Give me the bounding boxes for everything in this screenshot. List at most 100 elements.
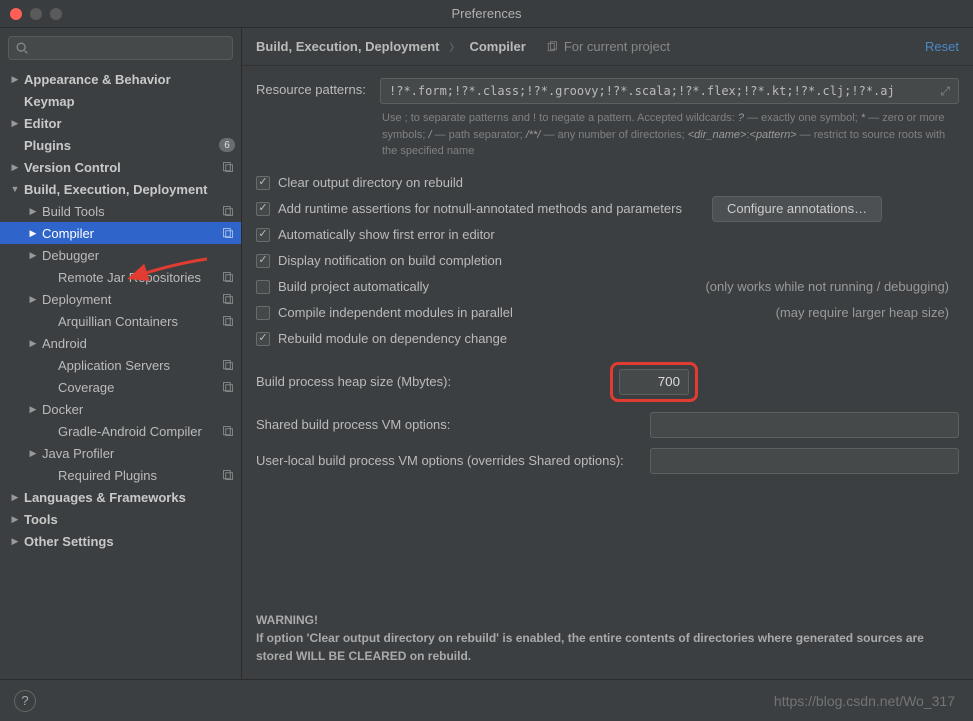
sidebar-item-label: Other Settings — [24, 534, 235, 549]
sidebar-item-label: Languages & Frameworks — [24, 490, 235, 505]
sidebar-item-label: Tools — [24, 512, 235, 527]
chevron-right-icon: ▶ — [28, 404, 38, 415]
sidebar-item-label: Build, Execution, Deployment — [24, 182, 235, 197]
sidebar-item-gradle-android-compiler[interactable]: Gradle-Android Compiler — [0, 420, 241, 442]
sidebar-item-editor[interactable]: ▶Editor — [0, 112, 241, 134]
sidebar-item-version-control[interactable]: ▶ Version Control — [0, 156, 241, 178]
sidebar-item-label: Coverage — [58, 380, 221, 395]
sidebar-item-label: Deployment — [42, 292, 221, 307]
sidebar-item-label: Compiler — [42, 226, 221, 241]
sidebar-item-docker[interactable]: ▶ Docker — [0, 398, 241, 420]
show-first-error-checkbox[interactable] — [256, 228, 270, 242]
sidebar-item-java-profiler[interactable]: ▶ Java Profiler — [0, 442, 241, 464]
sidebar-item-languages-frameworks[interactable]: ▶Languages & Frameworks — [0, 486, 241, 508]
settings-tree[interactable]: ▶Appearance & BehaviorKeymap▶EditorPlugi… — [0, 68, 241, 679]
rebuild-dep-checkbox[interactable] — [256, 332, 270, 346]
sidebar-item-plugins[interactable]: Plugins6 — [0, 134, 241, 156]
clear-output-checkbox[interactable] — [256, 176, 270, 190]
sidebar-item-label: Required Plugins — [58, 468, 221, 483]
sidebar-item-deployment[interactable]: ▶ Deployment — [0, 288, 241, 310]
sidebar-item-label: Keymap — [24, 94, 235, 109]
sidebar-item-coverage[interactable]: Coverage — [0, 376, 241, 398]
minimize-icon[interactable] — [30, 8, 42, 20]
sidebar-item-label: Version Control — [24, 160, 221, 175]
sidebar-item-application-servers[interactable]: Application Servers — [0, 354, 241, 376]
search-input[interactable] — [8, 36, 233, 60]
heap-size-input[interactable] — [619, 369, 689, 395]
build-auto-label: Build project automatically — [278, 279, 429, 294]
badge: 6 — [219, 138, 235, 152]
shared-vm-input[interactable] — [650, 412, 959, 438]
breadcrumb-leaf: Compiler — [469, 39, 525, 54]
sidebar-item-build-execution-deployment[interactable]: ▼ Build, Execution, Deployment — [0, 178, 241, 200]
chevron-right-icon: ▶ — [28, 294, 38, 305]
close-icon[interactable] — [10, 8, 22, 20]
chevron-right-icon: ▶ — [10, 536, 20, 547]
project-scope-icon — [221, 358, 235, 372]
sidebar-item-label: Debugger — [42, 248, 235, 263]
clear-output-label: Clear output directory on rebuild — [278, 175, 463, 190]
sidebar-item-debugger[interactable]: ▶ Debugger — [0, 244, 241, 266]
sidebar-item-android[interactable]: ▶Android — [0, 332, 241, 354]
project-scope-icon — [221, 468, 235, 482]
chevron-right-icon: ▶ — [28, 206, 38, 217]
content-pane: Build, Execution, Deployment 〉 Compiler … — [242, 28, 973, 679]
sidebar-item-build-tools[interactable]: ▶ Build Tools — [0, 200, 241, 222]
sidebar-item-remote-jar-repositories[interactable]: Remote Jar Repositories — [0, 266, 241, 288]
heap-highlight — [610, 362, 698, 402]
maximize-icon[interactable] — [50, 8, 62, 20]
sidebar-item-appearance-behavior[interactable]: ▶Appearance & Behavior — [0, 68, 241, 90]
userlocal-vm-label: User-local build process VM options (ove… — [256, 453, 636, 468]
resource-patterns-input[interactable]: !?*.form;!?*.class;!?*.groovy;!?*.scala;… — [380, 78, 959, 104]
sidebar-item-arquillian-containers[interactable]: Arquillian Containers — [0, 310, 241, 332]
watermark-text: https://blog.csdn.net/Wo_317 — [774, 693, 955, 709]
window-controls — [0, 8, 62, 20]
chevron-right-icon: ▶ — [28, 448, 38, 459]
build-notification-checkbox[interactable] — [256, 254, 270, 268]
resource-patterns-label: Resource patterns: — [256, 78, 368, 97]
sidebar-item-label: Android — [42, 336, 235, 351]
sidebar-item-label: Plugins — [24, 138, 219, 153]
compile-parallel-checkbox[interactable] — [256, 306, 270, 320]
shared-vm-label: Shared build process VM options: — [256, 417, 636, 432]
sidebar-item-label: Build Tools — [42, 204, 221, 219]
sidebar-item-label: Docker — [42, 402, 235, 417]
sidebar-item-compiler[interactable]: ▶Compiler — [0, 222, 241, 244]
build-auto-checkbox[interactable] — [256, 280, 270, 294]
compile-parallel-label: Compile independent modules in parallel — [278, 305, 513, 320]
reset-link[interactable]: Reset — [925, 39, 959, 54]
help-button[interactable]: ? — [14, 690, 36, 712]
sidebar-item-other-settings[interactable]: ▶ Other Settings — [0, 530, 241, 552]
project-scope-icon — [221, 380, 235, 394]
runtime-assertions-label: Add runtime assertions for notnull-annot… — [278, 201, 682, 216]
warning-block: WARNING! If option 'Clear output directo… — [242, 603, 973, 679]
expand-icon[interactable]: ⤢ — [940, 84, 950, 99]
configure-annotations-button[interactable]: Configure annotations… — [712, 196, 882, 222]
chevron-right-icon: ▶ — [10, 162, 20, 173]
userlocal-vm-input[interactable] — [650, 448, 959, 474]
chevron-right-icon: ▶ — [28, 250, 38, 261]
chevron-right-icon: ▶ — [10, 118, 20, 129]
sidebar-item-label: Application Servers — [58, 358, 221, 373]
sidebar-item-tools[interactable]: ▶ Tools — [0, 508, 241, 530]
sidebar-item-label: Java Profiler — [42, 446, 235, 461]
breadcrumb-root[interactable]: Build, Execution, Deployment — [256, 39, 439, 54]
build-notification-label: Display notification on build completion — [278, 253, 502, 268]
show-first-error-label: Automatically show first error in editor — [278, 227, 495, 242]
runtime-assertions-checkbox[interactable] — [256, 202, 270, 216]
sidebar-item-label: Remote Jar Repositories — [58, 270, 221, 285]
sidebar-item-keymap[interactable]: Keymap — [0, 90, 241, 112]
sidebar-item-label: Gradle-Android Compiler — [58, 424, 221, 439]
chevron-right-icon: 〉 — [449, 39, 459, 54]
chevron-right-icon: ▶ — [10, 514, 20, 525]
titlebar: Preferences — [0, 0, 973, 28]
chevron-down-icon: ▼ — [10, 184, 20, 194]
build-auto-note: (only works while not running / debuggin… — [705, 279, 959, 294]
project-scope-icon — [221, 424, 235, 438]
sidebar-item-label: Arquillian Containers — [58, 314, 221, 329]
sidebar-item-required-plugins[interactable]: Required Plugins — [0, 464, 241, 486]
search-icon — [15, 41, 29, 55]
breadcrumb: Build, Execution, Deployment 〉 Compiler … — [242, 28, 973, 66]
project-scope-icon — [221, 226, 235, 240]
sidebar-item-label: Appearance & Behavior — [24, 72, 235, 87]
